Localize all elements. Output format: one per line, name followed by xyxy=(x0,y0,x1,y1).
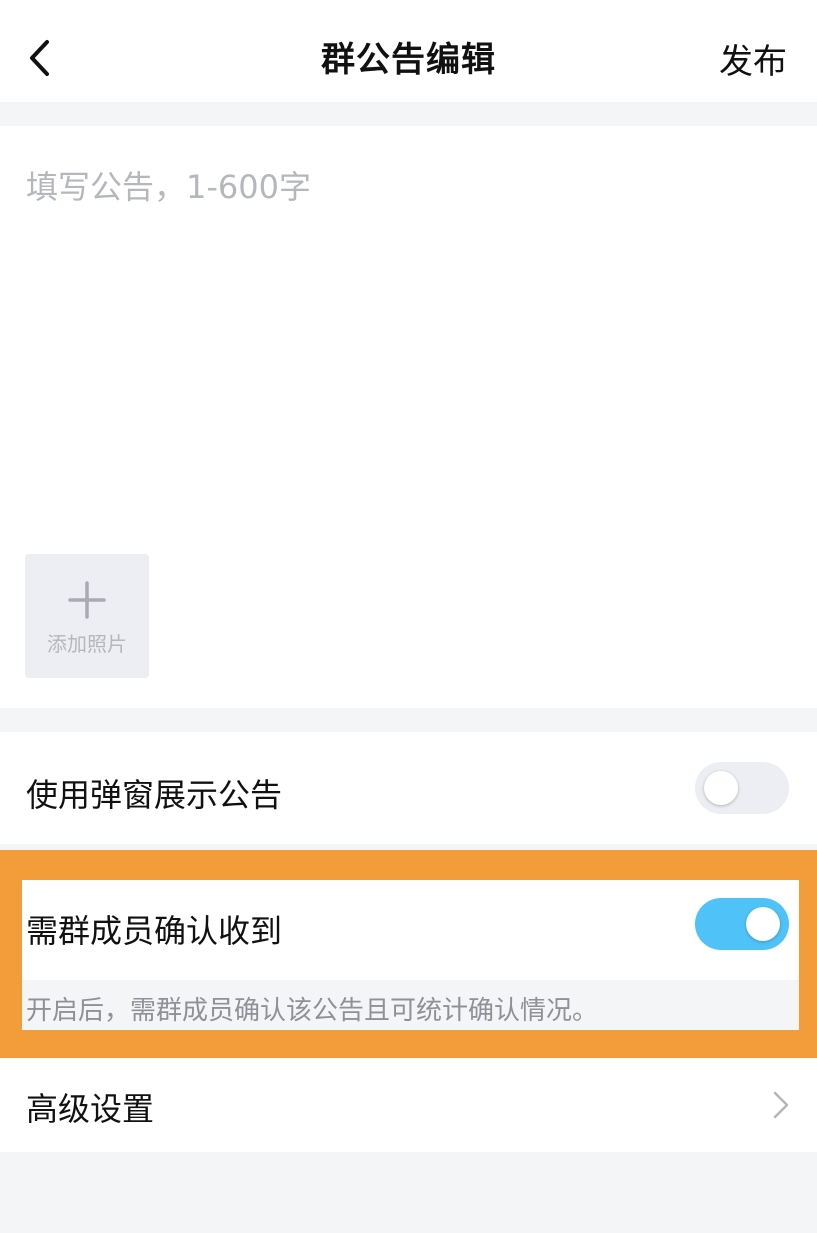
add-photo-button[interactable]: 添加照片 xyxy=(25,554,149,678)
announcement-editor: 添加照片 xyxy=(0,126,817,708)
confirm-hint-text: 开启后，需群成员确认该公告且可统计确认情况。 xyxy=(26,996,599,1026)
confirm-toggle[interactable] xyxy=(695,898,789,950)
popup-setting-label: 使用弹窗展示公告 xyxy=(26,776,283,814)
advanced-settings-label: 高级设置 xyxy=(26,1090,155,1128)
toggle-knob xyxy=(704,771,738,805)
publish-button[interactable]: 发布 xyxy=(719,34,787,83)
plus-icon xyxy=(68,581,106,619)
advanced-settings-row[interactable]: 高级设置 xyxy=(0,1058,817,1152)
popup-toggle[interactable] xyxy=(695,762,789,814)
chevron-right-icon xyxy=(773,1091,789,1119)
announcement-input[interactable] xyxy=(26,162,786,542)
confirm-setting-label: 需群成员确认收到 xyxy=(26,912,283,950)
confirm-setting-row: 需群成员确认收到 开启后，需群成员确认该公告且可统计确认情况。 xyxy=(22,880,799,1030)
popup-setting-row: 使用弹窗展示公告 xyxy=(0,732,817,844)
confirm-hint-box: 开启后，需群成员确认该公告且可统计确认情况。 xyxy=(22,980,799,1030)
page-title: 群公告编辑 xyxy=(321,40,496,80)
add-photo-label: 添加照片 xyxy=(47,632,127,656)
toggle-knob xyxy=(746,907,780,941)
highlight-frame: 需群成员确认收到 开启后，需群成员确认该公告且可统计确认情况。 xyxy=(0,850,817,1058)
nav-bar: 群公告编辑 发布 xyxy=(0,0,817,102)
